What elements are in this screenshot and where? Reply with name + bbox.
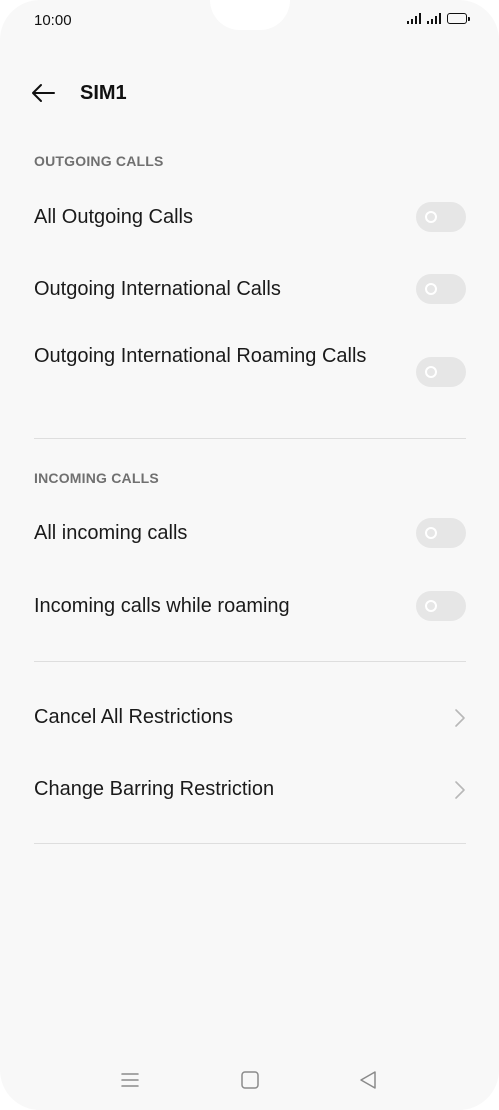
toggle-outgoing-international-calls[interactable] — [416, 274, 466, 304]
row-label: Cancel All Restrictions — [34, 706, 233, 728]
system-nav-bar — [0, 1060, 499, 1100]
row-label: Change Barring Restriction — [34, 778, 275, 800]
section-header-outgoing: OUTGOING CALLS — [34, 153, 164, 169]
row-incoming-calls-while-roaming[interactable]: Incoming calls while roaming — [0, 585, 499, 629]
row-all-outgoing-calls[interactable]: All Outgoing Calls — [0, 196, 499, 240]
toggle-outgoing-international-roaming-calls[interactable] — [416, 357, 466, 387]
divider — [34, 438, 466, 439]
divider — [34, 843, 466, 844]
row-outgoing-international-calls[interactable]: Outgoing International Calls — [0, 268, 499, 312]
row-label: Outgoing International Calls — [34, 278, 281, 300]
row-label: Outgoing International Roaming Calls — [34, 345, 367, 367]
battery-icon — [447, 12, 470, 24]
signal-sim2-icon — [427, 12, 441, 24]
app-header: SIM1 — [0, 70, 499, 116]
row-outgoing-international-roaming-calls[interactable]: Outgoing International Roaming Calls — [0, 341, 499, 405]
row-label: Incoming calls while roaming — [34, 595, 290, 617]
toggle-all-outgoing-calls[interactable] — [416, 202, 466, 232]
row-cancel-all-restrictions[interactable]: Cancel All Restrictions — [0, 696, 499, 740]
row-all-incoming-calls[interactable]: All incoming calls — [0, 512, 499, 556]
signal-sim1-icon — [407, 12, 421, 24]
row-change-barring-restriction[interactable]: Change Barring Restriction — [0, 768, 499, 812]
back-triangle-icon[interactable] — [356, 1068, 380, 1092]
menu-icon[interactable] — [118, 1068, 142, 1092]
chevron-right-icon — [455, 781, 465, 799]
arrow-left-icon[interactable] — [30, 80, 56, 106]
home-icon[interactable] — [238, 1068, 262, 1092]
status-icons — [407, 12, 470, 24]
section-header-incoming: INCOMING CALLS — [34, 470, 159, 486]
toggle-incoming-calls-while-roaming[interactable] — [416, 591, 466, 621]
chevron-right-icon — [455, 709, 465, 727]
status-time: 10:00 — [34, 12, 72, 29]
toggle-all-incoming-calls[interactable] — [416, 518, 466, 548]
row-label: All Outgoing Calls — [34, 206, 193, 228]
row-label: All incoming calls — [34, 522, 188, 544]
phone-screen: 10:00 SIM1 OUTGOING CALLS All Outgoing C… — [0, 0, 499, 1110]
status-bar: 10:00 — [0, 0, 499, 44]
divider — [34, 661, 466, 662]
page-title: SIM1 — [80, 82, 127, 104]
